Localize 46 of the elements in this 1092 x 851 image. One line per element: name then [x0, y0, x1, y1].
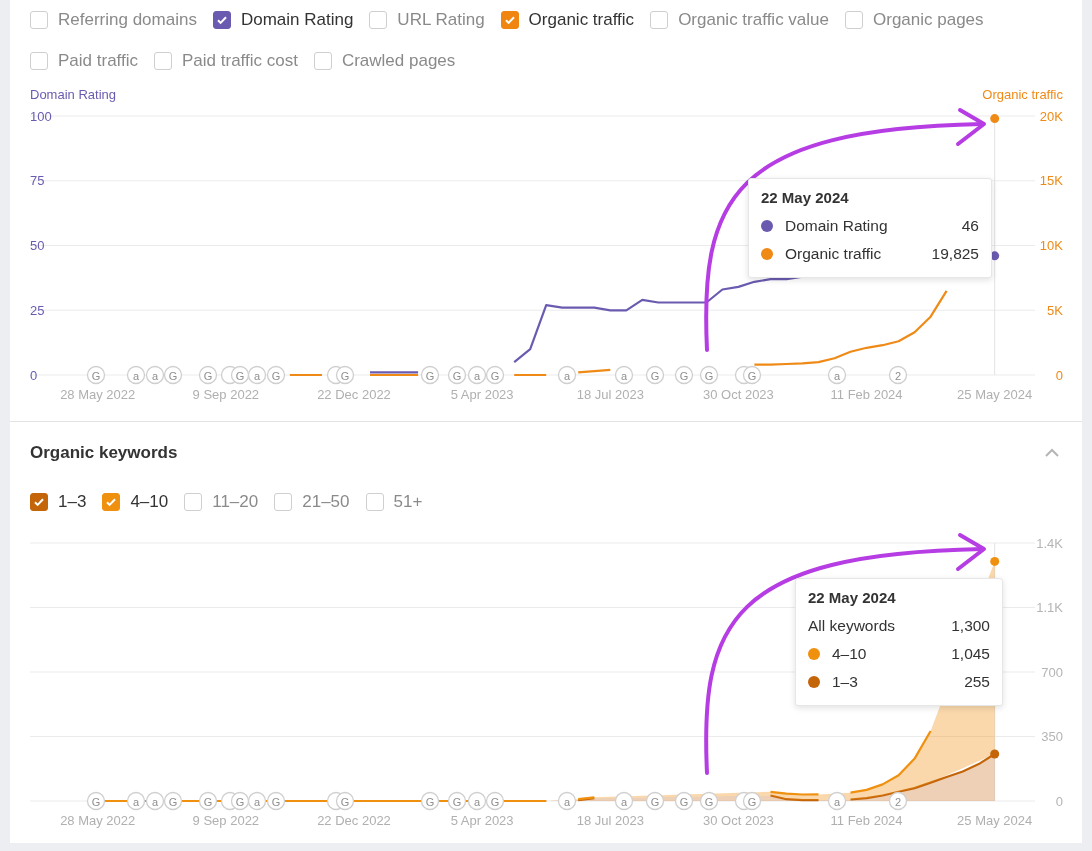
- axis-tick-label: 30 Oct 2023: [703, 813, 774, 828]
- tooltip-value: 1,045: [951, 645, 990, 663]
- axis-tick-label: 0: [1055, 367, 1063, 383]
- axis-tick-label: 1.1K: [1036, 600, 1063, 615]
- axis-tick-label: 11 Feb 2024: [830, 813, 903, 828]
- axis-tick-label: 25: [30, 302, 45, 318]
- tooltip-value: 19,825: [931, 245, 979, 263]
- tooltip-value: 46: [961, 217, 979, 235]
- axis-tick-label: 75: [30, 173, 45, 189]
- axis-tick-label: 9 Sep 2022: [192, 387, 260, 402]
- tooltip-label: 4–10: [832, 645, 867, 663]
- section-title: Organic keywords: [30, 443, 178, 463]
- axis-tick-label: 5 Apr 2023: [450, 387, 514, 402]
- axis-tick-label: 10K: [1039, 238, 1063, 253]
- axis-title: Organic traffic: [982, 87, 1063, 102]
- axis-tick-label: 100: [30, 108, 52, 124]
- tooltip-label: 1–3: [832, 673, 858, 691]
- axis-tick-label: 0: [30, 367, 38, 383]
- axis-tick-label: 22 Dec 2022: [317, 387, 391, 402]
- axis-tick-label: 350: [1041, 729, 1063, 744]
- axis-tick-label: 50: [30, 238, 45, 253]
- axis-tick-label: 5 Apr 2023: [450, 813, 514, 828]
- axis-tick-label: 0: [1055, 793, 1063, 809]
- axis-tick-label: 28 May 2022: [60, 387, 136, 402]
- axis-tick-label: 22 Dec 2022: [317, 813, 391, 828]
- axis-tick-label: 25 May 2024: [957, 813, 1033, 828]
- tooltip-label: Domain Rating: [785, 217, 888, 235]
- tooltip-label: Organic traffic: [785, 245, 882, 263]
- axis-tick-label: 1.4K: [1036, 535, 1063, 551]
- axis-tick-label: 15K: [1039, 173, 1063, 189]
- tooltip-date: 22 May 2024: [808, 589, 897, 606]
- axis-tick-label: 30 Oct 2023: [703, 387, 774, 402]
- axis-title: Domain Rating: [30, 87, 116, 102]
- axis-tick-label: 18 Jul 2023: [576, 813, 644, 828]
- axis-tick-label: 700: [1041, 664, 1063, 680]
- axis-tick-label: 18 Jul 2023: [576, 387, 644, 402]
- axis-tick-label: 20K: [1039, 108, 1063, 124]
- axis-tick-label: 11 Feb 2024: [830, 387, 903, 402]
- axis-tick-label: 25 May 2024: [957, 387, 1033, 402]
- axis-tick-label: 28 May 2022: [60, 813, 136, 828]
- tooltip-value: 255: [964, 673, 990, 691]
- axis-tick-label: 9 Sep 2022: [192, 813, 260, 828]
- tooltip-value: 1,300: [951, 617, 990, 635]
- axis-tick-label: 5K: [1047, 302, 1063, 318]
- tooltip-label: All keywords: [808, 617, 895, 635]
- tooltip-date: 22 May 2024: [761, 189, 850, 206]
